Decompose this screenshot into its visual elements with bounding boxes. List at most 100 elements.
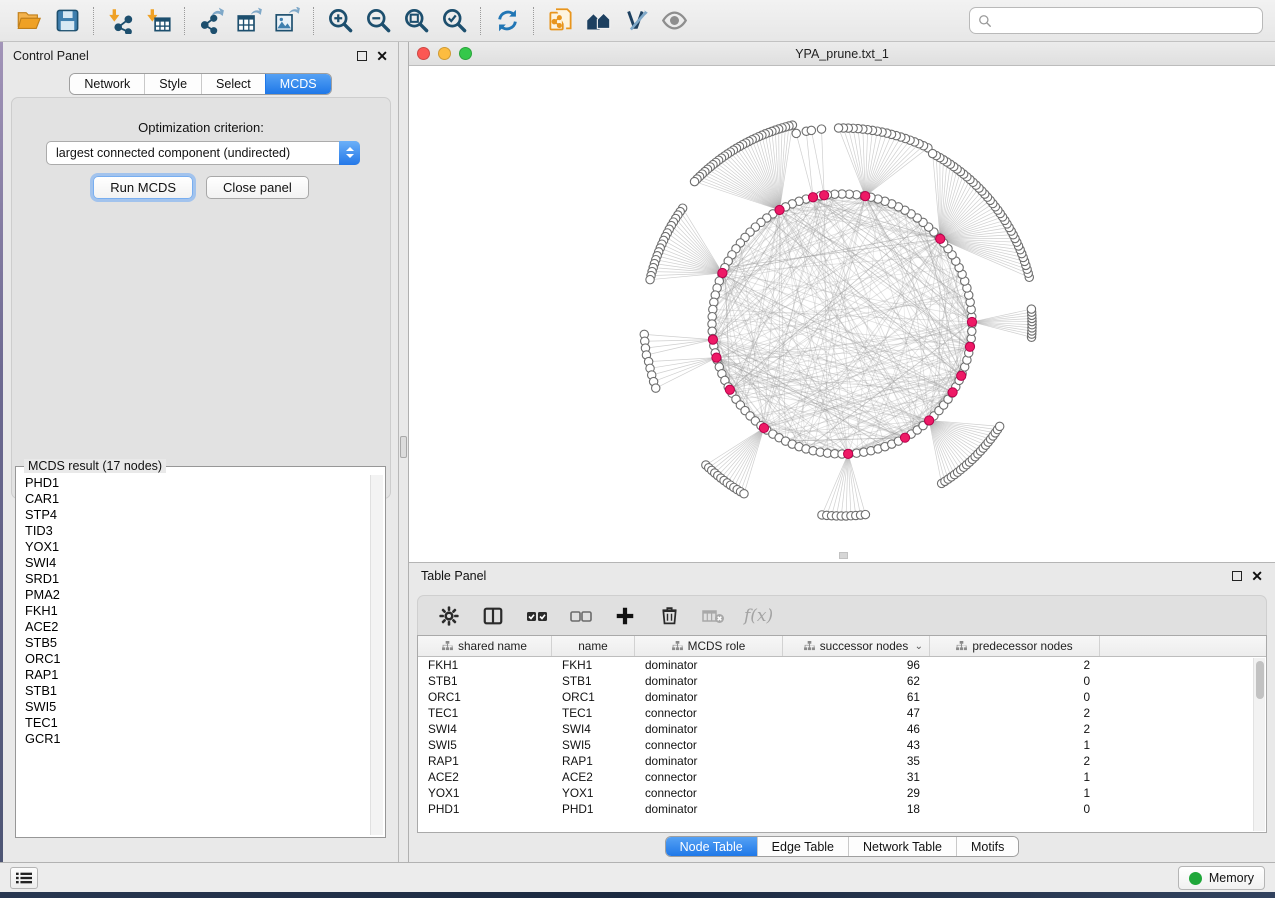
table-row[interactable]: TEC1TEC1connector472 xyxy=(418,705,1266,721)
table-cell[interactable]: RAP1 xyxy=(552,754,635,768)
table-cell[interactable]: 2 xyxy=(930,722,1100,736)
panel-resize-handle[interactable] xyxy=(839,552,848,559)
table-cell[interactable]: 29 xyxy=(783,786,930,800)
table-cell[interactable]: connector xyxy=(635,738,783,752)
table-cell[interactable]: TEC1 xyxy=(552,706,635,720)
table-cell[interactable]: dominator xyxy=(635,674,783,688)
float-panel-icon[interactable] xyxy=(1232,571,1242,581)
memory-button[interactable]: Memory xyxy=(1178,866,1265,890)
table-cell[interactable]: dominator xyxy=(635,754,783,768)
table-cell[interactable]: 0 xyxy=(930,674,1100,688)
table-row[interactable]: PHD1PHD1dominator180 xyxy=(418,801,1266,817)
table-scrollbar-thumb[interactable] xyxy=(1256,661,1264,699)
tab-edge-table[interactable]: Edge Table xyxy=(757,837,848,856)
gear-button[interactable] xyxy=(436,603,462,629)
table-cell[interactable]: 1 xyxy=(930,738,1100,752)
table-row[interactable]: SWI5SWI5connector431 xyxy=(418,737,1266,753)
network-view-titlebar[interactable]: YPA_prune.txt_1 xyxy=(409,42,1275,66)
table-row[interactable]: FKH1FKH1dominator962 xyxy=(418,657,1266,673)
table-cell[interactable]: ACE2 xyxy=(552,770,635,784)
table-cell[interactable]: 47 xyxy=(783,706,930,720)
refresh-button[interactable] xyxy=(488,4,526,38)
hide-style-button[interactable] xyxy=(617,4,655,38)
float-panel-icon[interactable] xyxy=(357,51,367,61)
tab-mcds[interactable]: MCDS xyxy=(265,74,331,94)
table-cell[interactable]: SWI4 xyxy=(418,722,552,736)
export-network-button[interactable] xyxy=(192,4,230,38)
list-item[interactable]: TEC1 xyxy=(18,715,369,731)
tab-network[interactable]: Network xyxy=(70,74,144,94)
table-cell[interactable]: ACE2 xyxy=(418,770,552,784)
close-panel-icon[interactable]: ✕ xyxy=(376,51,388,61)
list-item[interactable]: SWI5 xyxy=(18,699,369,715)
table-cell[interactable]: PHD1 xyxy=(418,802,552,816)
zoom-out-button[interactable] xyxy=(359,4,397,38)
table-cell[interactable]: 2 xyxy=(930,706,1100,720)
zoom-in-button[interactable] xyxy=(321,4,359,38)
table-cell[interactable]: dominator xyxy=(635,802,783,816)
export-table-button[interactable] xyxy=(230,4,268,38)
zoom-selected-button[interactable] xyxy=(435,4,473,38)
table-row[interactable]: RAP1RAP1dominator352 xyxy=(418,753,1266,769)
table-cell[interactable]: ORC1 xyxy=(552,690,635,704)
tab-node-table[interactable]: Node Table xyxy=(666,837,757,856)
table-cell[interactable]: ORC1 xyxy=(418,690,552,704)
table-cell[interactable]: RAP1 xyxy=(418,754,552,768)
list-item[interactable]: STP4 xyxy=(18,507,369,523)
table-cell[interactable]: FKH1 xyxy=(552,658,635,672)
table-cell[interactable]: 1 xyxy=(930,770,1100,784)
list-item[interactable]: FKH1 xyxy=(18,603,369,619)
list-item[interactable]: SWI4 xyxy=(18,555,369,571)
table-cell[interactable]: 18 xyxy=(783,802,930,816)
tab-select[interactable]: Select xyxy=(201,74,265,94)
optimization-criterion-select[interactable]: largest connected component (undirected) xyxy=(46,141,360,165)
splitter-handle[interactable] xyxy=(400,436,407,458)
table-cell[interactable]: STB1 xyxy=(418,674,552,688)
column-header-MCDS-role[interactable]: MCDS role xyxy=(635,636,783,656)
table-cell[interactable]: 46 xyxy=(783,722,930,736)
table-cell[interactable]: 2 xyxy=(930,658,1100,672)
table-cell[interactable]: dominator xyxy=(635,722,783,736)
table-cell[interactable]: connector xyxy=(635,770,783,784)
table-cell[interactable]: YOX1 xyxy=(552,786,635,800)
column-header-name[interactable]: name xyxy=(552,636,635,656)
list-item[interactable]: CAR1 xyxy=(18,491,369,507)
search-input[interactable] xyxy=(998,14,1254,28)
table-cell[interactable]: 2 xyxy=(930,754,1100,768)
deselect-all-button[interactable] xyxy=(568,603,594,629)
table-cell[interactable]: connector xyxy=(635,706,783,720)
column-header-successor-nodes[interactable]: successor nodes⌄ xyxy=(783,636,930,656)
close-panel-icon[interactable]: ✕ xyxy=(1251,571,1263,581)
table-cell[interactable]: 31 xyxy=(783,770,930,784)
list-item[interactable]: YOX1 xyxy=(18,539,369,555)
list-item[interactable]: STB5 xyxy=(18,635,369,651)
table-cell[interactable]: TEC1 xyxy=(418,706,552,720)
tab-style[interactable]: Style xyxy=(144,74,201,94)
table-row[interactable]: ORC1ORC1dominator610 xyxy=(418,689,1266,705)
result-list-scrollbar[interactable] xyxy=(370,475,383,835)
network-canvas[interactable] xyxy=(409,66,1275,562)
clone-network-button[interactable] xyxy=(541,4,579,38)
table-cell[interactable]: PHD1 xyxy=(552,802,635,816)
table-cell[interactable]: SWI5 xyxy=(552,738,635,752)
eye-button[interactable] xyxy=(655,4,693,38)
run-mcds-button[interactable]: Run MCDS xyxy=(93,176,193,199)
table-scrollbar[interactable] xyxy=(1253,658,1265,831)
table-cell[interactable]: 43 xyxy=(783,738,930,752)
table-cell[interactable]: connector xyxy=(635,786,783,800)
tab-motifs[interactable]: Motifs xyxy=(956,837,1018,856)
save-session-button[interactable] xyxy=(48,4,86,38)
close-panel-button[interactable]: Close panel xyxy=(206,176,309,199)
table-cell[interactable]: 62 xyxy=(783,674,930,688)
list-item[interactable]: PMA2 xyxy=(18,587,369,603)
task-history-button[interactable] xyxy=(10,867,38,889)
list-item[interactable]: ORC1 xyxy=(18,651,369,667)
table-row[interactable]: ACE2ACE2connector311 xyxy=(418,769,1266,785)
table-cell[interactable]: 0 xyxy=(930,690,1100,704)
table-cell[interactable]: FKH1 xyxy=(418,658,552,672)
tab-network-table[interactable]: Network Table xyxy=(848,837,956,856)
export-image-button[interactable] xyxy=(268,4,306,38)
add-column-button[interactable] xyxy=(612,603,638,629)
list-item[interactable]: GCR1 xyxy=(18,731,369,747)
table-cell[interactable]: YOX1 xyxy=(418,786,552,800)
